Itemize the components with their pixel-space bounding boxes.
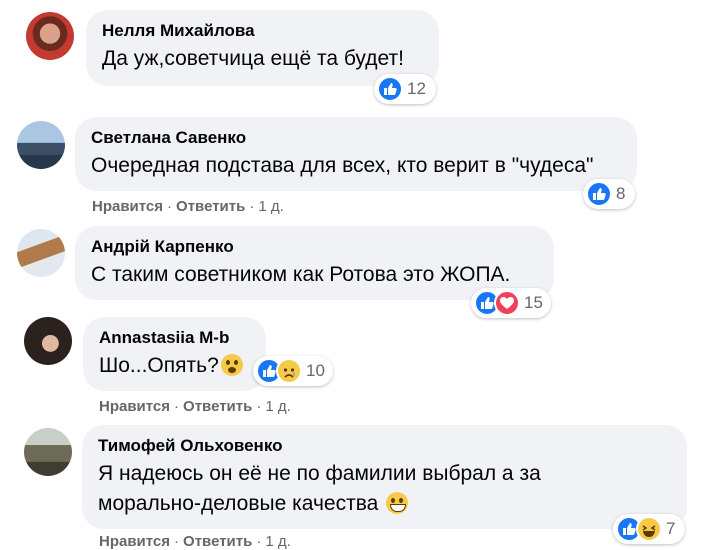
comment-text: Да уж,советчица ещё та будет! — [102, 47, 404, 70]
separator: · — [167, 198, 173, 215]
like-link[interactable]: Нравится — [99, 398, 170, 415]
anxious-face-emoji-icon — [220, 354, 243, 376]
reaction-summary[interactable]: 10 — [253, 356, 333, 386]
haha-reaction-icon — [636, 516, 662, 542]
avatar[interactable] — [17, 121, 65, 169]
comment-author[interactable]: Андрій Карпенко — [91, 236, 538, 258]
reply-link[interactable]: Ответить — [176, 198, 245, 215]
comment-text-content: Шо...Опять? — [99, 354, 219, 377]
reaction-count: 8 — [616, 184, 626, 203]
like-reaction-icon — [586, 181, 612, 207]
comment-text: Шо...Опять? — [99, 351, 250, 381]
comment-author[interactable]: Нелля Михайлова — [102, 20, 423, 42]
reaction-count: 15 — [524, 293, 543, 312]
timestamp[interactable]: 1 д. — [258, 198, 283, 215]
comment-bubble: Тимофей Ольховенко Я надеюсь он её не по… — [82, 425, 687, 529]
comment-text-line-2: морально-деловые качества — [98, 489, 671, 519]
timestamp[interactable]: 1 д. — [265, 398, 290, 415]
comment-actions: Нравится · Ответить · 1 д. — [92, 198, 284, 215]
comment-actions: Нравится · Ответить · 1 д. — [99, 398, 291, 415]
sad-reaction-icon — [276, 358, 302, 384]
reaction-summary[interactable]: 7 — [613, 514, 685, 544]
reaction-count: 10 — [306, 361, 325, 380]
comment-author[interactable]: Тимофей Ольховенко — [98, 435, 671, 457]
comment-text: С таким советником как Ротова это ЖОПА. — [91, 263, 511, 286]
comment-author[interactable]: Светлана Савенко — [91, 127, 621, 149]
comment-bubble: Светлана Савенко Очередная подстава для … — [75, 117, 637, 191]
comment-bubble: Annastasiia M-b Шо...Опять? — [83, 317, 266, 391]
comment-text: Очередная подстава для всех, кто верит в… — [91, 154, 594, 177]
separator: · — [174, 398, 180, 415]
separator: · — [249, 198, 255, 215]
separator: · — [256, 398, 262, 415]
comment-author[interactable]: Annastasiia M-b — [99, 327, 250, 349]
reaction-count: 7 — [666, 519, 676, 538]
avatar[interactable] — [17, 229, 65, 277]
grinning-face-emoji-icon — [386, 492, 409, 514]
like-link[interactable]: Нравится — [92, 198, 163, 215]
reaction-count: 12 — [407, 79, 426, 98]
reaction-summary[interactable]: 15 — [471, 288, 551, 318]
comment-text-content: морально-деловые качества — [98, 492, 379, 515]
avatar[interactable] — [24, 317, 72, 365]
reaction-summary[interactable]: 8 — [583, 179, 635, 209]
like-reaction-icon — [377, 76, 403, 102]
reaction-summary[interactable]: 12 — [374, 74, 436, 104]
avatar[interactable] — [26, 12, 74, 60]
comment-text-line-1: Я надеюсь он её не по фамилии выбрал а з… — [98, 462, 541, 485]
love-reaction-icon — [494, 290, 520, 316]
avatar[interactable] — [24, 428, 72, 476]
reply-link[interactable]: Ответить — [183, 398, 252, 415]
